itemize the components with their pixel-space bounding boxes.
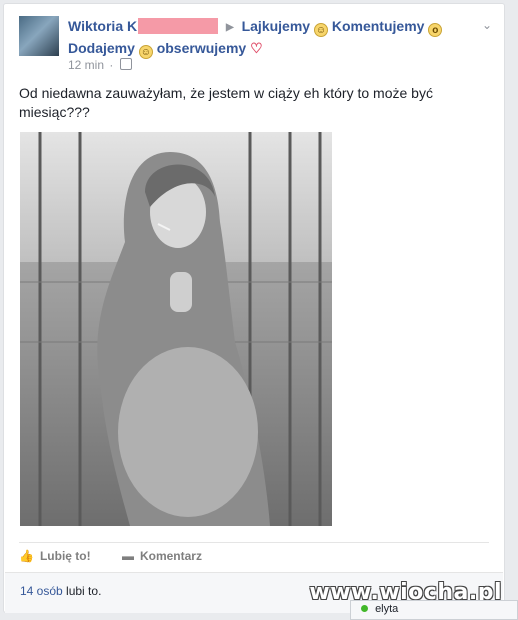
author-name[interactable]: Wiktoria K bbox=[68, 18, 137, 34]
post-header: Wiktoria K ▶ Lajkujemy ☺ Komentujemy o D… bbox=[68, 16, 468, 59]
avatar[interactable] bbox=[19, 16, 59, 56]
online-status-icon bbox=[361, 605, 368, 612]
page-link-dodajemy[interactable]: Dodajemy bbox=[68, 40, 135, 56]
chevron-down-icon[interactable]: ⌄ bbox=[482, 18, 492, 32]
comment-label: Komentarz bbox=[139, 549, 202, 563]
comment-icon: ▬ bbox=[121, 549, 134, 563]
redaction-box bbox=[138, 18, 219, 34]
page-link-komentujemy[interactable]: Komentujemy bbox=[332, 18, 425, 34]
smile-emoji-icon: ☺ bbox=[138, 45, 153, 59]
surprised-emoji-icon: o bbox=[428, 23, 443, 37]
post-meta: 12 min · bbox=[68, 58, 133, 72]
post-photo[interactable] bbox=[20, 132, 332, 526]
page-link-obserwujemy[interactable]: obserwujemy bbox=[157, 40, 246, 56]
smile-emoji-icon: ☺ bbox=[313, 23, 328, 37]
timestamp[interactable]: 12 min bbox=[68, 58, 104, 72]
like-label: Lubię to! bbox=[39, 549, 91, 563]
heart-icon: ♡ bbox=[250, 40, 263, 56]
post-actions: 👍 Lubię to! ▬ Komentarz bbox=[19, 542, 489, 573]
feed-post: Wiktoria K ▶ Lajkujemy ☺ Komentujemy o D… bbox=[3, 3, 505, 613]
likes-count-link[interactable]: 14 osób bbox=[20, 584, 63, 598]
chat-name: elyta bbox=[375, 603, 399, 615]
comment-button[interactable]: ▬ Komentarz bbox=[122, 549, 202, 563]
audience-icon[interactable] bbox=[120, 58, 133, 70]
thumbs-up-icon: 👍 bbox=[19, 549, 34, 563]
photo-illustration bbox=[20, 132, 332, 526]
page-link-lajkujemy[interactable]: Lajkujemy bbox=[242, 18, 310, 34]
post-text: Od niedawna zauważyłam, że jestem w ciąż… bbox=[19, 85, 433, 120]
chat-tab[interactable]: elyta bbox=[350, 600, 518, 620]
shared-to-arrow-icon: ▶ bbox=[226, 22, 234, 33]
like-button[interactable]: 👍 Lubię to! bbox=[19, 549, 91, 563]
likes-suffix: lubi to. bbox=[66, 584, 102, 598]
